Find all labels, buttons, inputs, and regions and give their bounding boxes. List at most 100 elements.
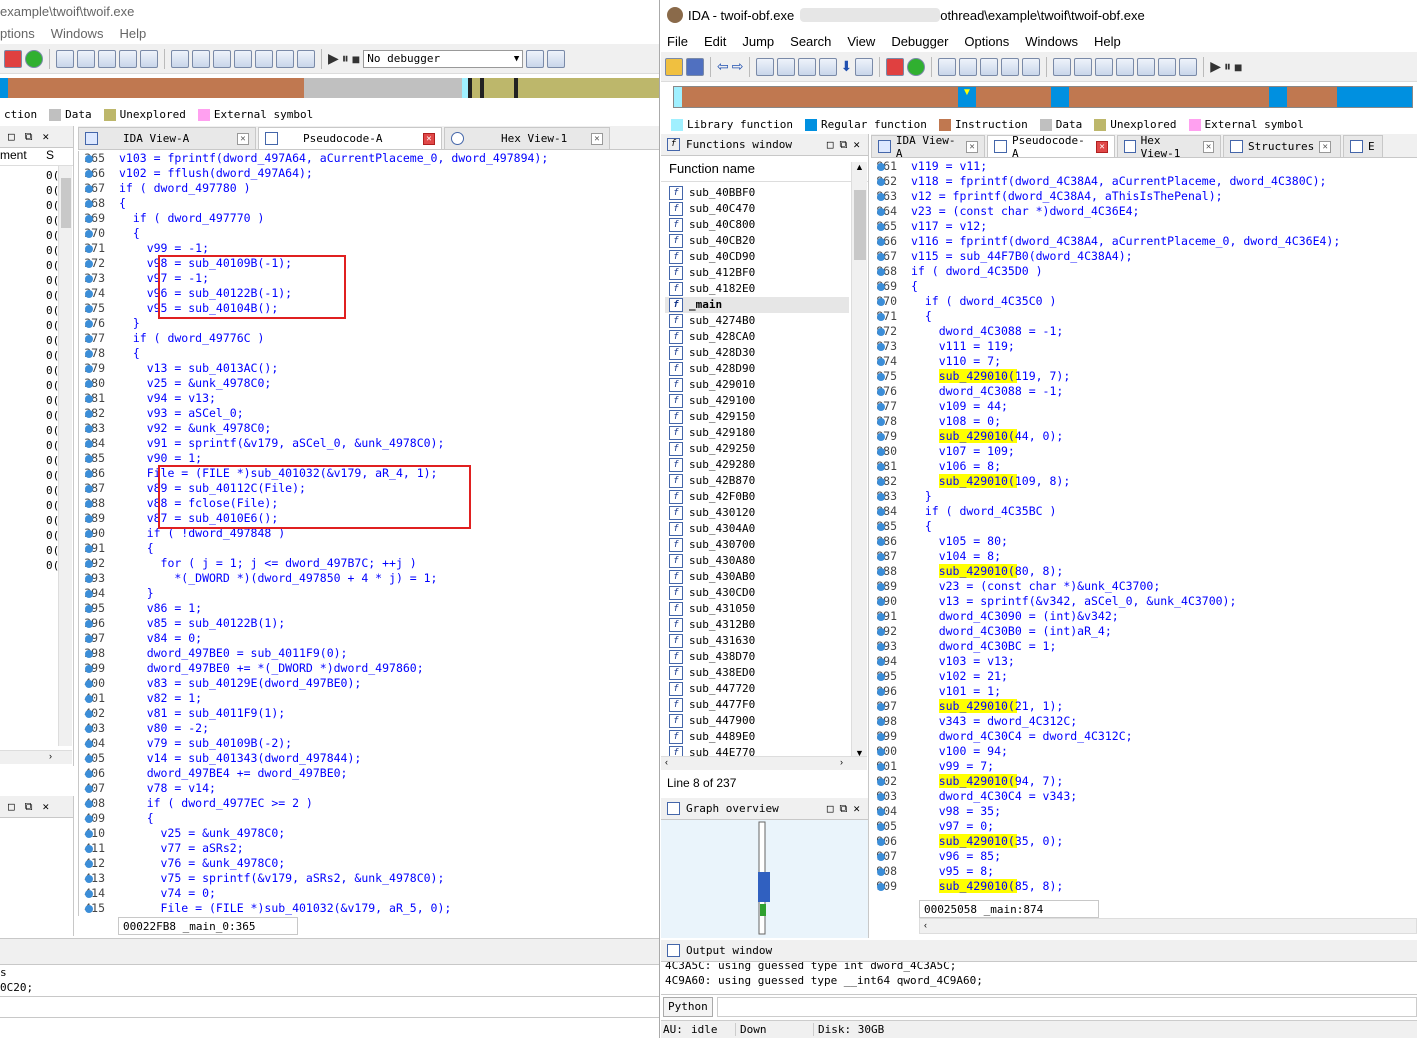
toolbar-stop-icon[interactable] xyxy=(4,49,22,68)
breakpoint-dot-icon[interactable] xyxy=(85,320,93,328)
breakpoint-dot-icon[interactable] xyxy=(85,755,93,763)
tool1-icon[interactable] xyxy=(1053,57,1072,76)
code-line[interactable]: 883 } xyxy=(871,489,1417,504)
breakpoint-dot-icon[interactable] xyxy=(877,493,885,501)
breakpoint-dot-icon[interactable] xyxy=(877,253,885,261)
breakpoint-dot-icon[interactable] xyxy=(85,455,93,463)
breakpoint-dot-icon[interactable] xyxy=(877,838,885,846)
breakpoint-dot-icon[interactable] xyxy=(85,560,93,568)
functions-hscrollbar[interactable]: ‹ › xyxy=(661,756,867,770)
breakpoint-dot-icon[interactable] xyxy=(877,823,885,831)
breakpoint-dot-icon[interactable] xyxy=(85,350,93,358)
code-line[interactable]: 909 sub_429010(85, 8); xyxy=(871,879,1417,894)
code-line[interactable]: 878 v108 = 0; xyxy=(871,414,1417,429)
function-item[interactable]: f sub_4477F0 xyxy=(665,697,849,713)
code-line[interactable]: 865 v117 = v12; xyxy=(871,219,1417,234)
breakpoint-dot-icon[interactable] xyxy=(877,478,885,486)
breakpoint-dot-icon[interactable] xyxy=(877,328,885,336)
code-line[interactable]: 903 dword_4C30C4 = v343; xyxy=(871,789,1417,804)
code-line[interactable]: 401 v82 = 1; xyxy=(79,691,659,706)
toolbar-pause-icon[interactable]: ⏸ xyxy=(342,50,349,67)
tab-hex-view-1[interactable]: Hex View-1 ✕ xyxy=(1117,134,1221,160)
function-item[interactable]: f sub_4489E0 xyxy=(665,729,849,745)
breakpoint-dot-icon[interactable] xyxy=(877,448,885,456)
left-menu-windows[interactable]: Windows xyxy=(43,26,112,41)
open-icon[interactable] xyxy=(665,57,683,76)
save-icon[interactable] xyxy=(686,57,704,76)
function-item[interactable]: f sub_40BBF0 xyxy=(665,185,849,201)
breakpoint-dot-icon[interactable] xyxy=(877,463,885,471)
breakpoint-dot-icon[interactable] xyxy=(877,733,885,741)
code-line[interactable]: 869{ xyxy=(871,279,1417,294)
breakpoint-dot-icon[interactable] xyxy=(85,875,93,883)
function-item[interactable]: f sub_42B870 xyxy=(665,473,849,489)
breakpoint-dot-icon[interactable] xyxy=(877,748,885,756)
breakpoint-dot-icon[interactable] xyxy=(877,868,885,876)
function-item[interactable]: f sub_447900 xyxy=(665,713,849,729)
right-navigation-band[interactable]: ▼ xyxy=(673,86,1413,108)
function-item[interactable]: f sub_430120 xyxy=(665,505,849,521)
breakpoint-dot-icon[interactable] xyxy=(877,583,885,591)
breakpoint-dot-icon[interactable] xyxy=(877,238,885,246)
bin4-icon[interactable] xyxy=(819,57,838,76)
breakpoint-dot-icon[interactable] xyxy=(85,710,93,718)
breakpoint-dot-icon[interactable] xyxy=(85,620,93,628)
float-icon[interactable]: ⧉ xyxy=(840,802,848,816)
breakpoint-dot-icon[interactable] xyxy=(877,433,885,441)
code-line[interactable]: 895 v102 = 21; xyxy=(871,669,1417,684)
code-line[interactable]: 861 v119 = v11; xyxy=(871,159,1417,174)
breakpoint-dot-icon[interactable] xyxy=(85,590,93,598)
code-line[interactable]: 884 if ( dword_4C35BC ) xyxy=(871,504,1417,519)
function-item[interactable]: f sub_40C800 xyxy=(665,217,849,233)
function-item[interactable]: f sub_428D90 xyxy=(665,361,849,377)
breakpoint-dot-icon[interactable] xyxy=(85,410,93,418)
toolbar-tool6-icon[interactable] xyxy=(276,49,294,68)
breakpoint-dot-icon[interactable] xyxy=(85,425,93,433)
python-button[interactable]: Python xyxy=(663,996,713,1017)
function-item[interactable]: f sub_429010 xyxy=(665,377,849,393)
close-icon[interactable]: ✕ xyxy=(1203,140,1214,153)
breakpoint-dot-icon[interactable] xyxy=(85,695,93,703)
code-line[interactable]: 879 sub_429010(44, 0); xyxy=(871,429,1417,444)
breakpoint-dot-icon[interactable] xyxy=(877,613,885,621)
toolbar-tool3-icon[interactable] xyxy=(213,49,231,68)
code-line[interactable]: 877 v109 = 44; xyxy=(871,399,1417,414)
breakpoint-dot-icon[interactable] xyxy=(85,515,93,523)
breakpoint-dot-icon[interactable] xyxy=(877,778,885,786)
go-icon[interactable] xyxy=(907,57,926,76)
code-line[interactable]: 866 v116 = fprintf(dword_4C38A4, aCurrent… xyxy=(871,234,1417,249)
code-line[interactable]: 902 sub_429010(94, 7); xyxy=(871,774,1417,789)
breakpoint-dot-icon[interactable] xyxy=(877,718,885,726)
breakpoint-dot-icon[interactable] xyxy=(85,635,93,643)
struct-icon[interactable] xyxy=(1022,57,1041,76)
code-line[interactable]: 880 v107 = 109; xyxy=(871,444,1417,459)
close-tool-icon[interactable] xyxy=(1179,57,1198,76)
code-line[interactable]: 873 v111 = 119; xyxy=(871,339,1417,354)
code-line[interactable]: 399 dword_497BE0 += *(_DWORD *)dword_497… xyxy=(79,661,659,676)
breakpoint-dot-icon[interactable] xyxy=(877,658,885,666)
close-icon[interactable]: ✕ xyxy=(853,802,860,815)
side-vscrollbar[interactable] xyxy=(58,166,72,746)
breakpoint-dot-icon[interactable] xyxy=(85,650,93,658)
code-line[interactable]: 867 v115 = sub_44F7B0(dword_4C38A4); xyxy=(871,249,1417,264)
close-icon[interactable]: ✕ xyxy=(853,138,860,151)
menu-options[interactable]: Options xyxy=(956,34,1017,49)
code-line[interactable]: 890 v13 = sprintf(&v342, aSCel_0, &unk_4… xyxy=(871,594,1417,609)
tool6-icon[interactable] xyxy=(1158,57,1177,76)
functions-header[interactable]: Function name xyxy=(661,156,868,182)
breakpoint-dot-icon[interactable] xyxy=(85,680,93,688)
code-line[interactable]: 398 dword_497BE0 = sub_4011F9(0); xyxy=(79,646,659,661)
function-item[interactable]: f sub_40CB20 xyxy=(665,233,849,249)
breakpoint-dot-icon[interactable] xyxy=(85,575,93,583)
python-input[interactable] xyxy=(716,996,1417,1017)
graph-overview-canvas[interactable] xyxy=(661,820,869,936)
menu-windows[interactable]: Windows xyxy=(1017,34,1086,49)
close-icon[interactable]: ✕ xyxy=(237,132,249,145)
toolbar-close-icon[interactable] xyxy=(297,49,315,68)
code-line[interactable]: 891 dword_4C3090 = (int)&v342; xyxy=(871,609,1417,624)
breakpoint-dot-icon[interactable] xyxy=(85,260,93,268)
breakpoint-dot-icon[interactable] xyxy=(877,403,885,411)
code-line[interactable]: 906 sub_429010(35, 0); xyxy=(871,834,1417,849)
right-code-hscrollbar[interactable]: ‹ xyxy=(919,918,1417,934)
code-line[interactable]: 885 { xyxy=(871,519,1417,534)
